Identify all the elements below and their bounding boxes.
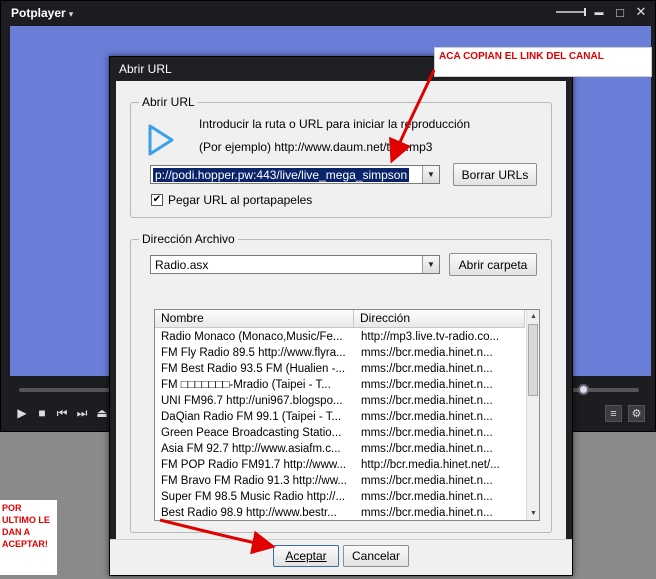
vertical-scrollbar[interactable]: ▲ ▼ — [526, 310, 539, 520]
list-item-address: mms://bcr.media.hinet.n... — [361, 491, 493, 503]
list-item[interactable]: FM Best Radio 93.5 FM (Hualien -... mms:/… — [155, 361, 525, 377]
list-item-name: FM POP Radio FM91.7 http://www... — [161, 459, 347, 471]
seek-knob[interactable] — [578, 384, 589, 395]
chevron-down-icon[interactable]: ▼ — [422, 166, 439, 183]
list-item-address: mms://bcr.media.hinet.n... — [361, 443, 493, 455]
list-item-address: mms://bcr.media.hinet.n... — [361, 507, 493, 519]
list-item-name: FM Fly Radio 89.5 http://www.flyra... — [161, 347, 346, 359]
column-header-address[interactable]: Dirección — [354, 310, 525, 328]
gear-icon[interactable]: ⚙ — [628, 405, 645, 422]
window-controls: ▬ □ ✕ — [556, 4, 649, 20]
url-combobox[interactable]: p://podi.hopper.pw:443/live/live_mega_si… — [150, 165, 440, 184]
scroll-up-icon[interactable]: ▲ — [527, 310, 539, 323]
next-icon[interactable]: ⏭ — [75, 405, 89, 421]
list-item-name: Best Radio 98.9 http://www.bestr... — [161, 507, 337, 519]
column-header-name[interactable]: Nombre — [155, 310, 354, 328]
list-item-name: Asia FM 92.7 http://www.asiafm.c... — [161, 443, 341, 455]
stop-icon[interactable]: ■ — [35, 405, 49, 421]
paste-checkbox[interactable]: ✔ — [151, 194, 163, 206]
cancel-button[interactable]: Cancelar — [343, 545, 409, 567]
file-combobox[interactable]: Radio.asx ▼ — [150, 255, 440, 274]
previous-icon[interactable]: ⏮ — [55, 405, 69, 421]
radio-list[interactable]: Nombre Dirección Radio Monaco (Monaco,Mu… — [154, 309, 540, 521]
list-item[interactable]: FM Bravo FM Radio 91.3 http://ww... mms:/… — [155, 473, 525, 489]
list-item-name: Green Peace Broadcasting Statio... — [161, 427, 342, 439]
list-item[interactable]: Super FM 98.5 Music Radio http://... mms:… — [155, 489, 525, 505]
list-item-address: mms://bcr.media.hinet.n... — [361, 411, 493, 423]
list-item-address: http://bcr.media.hinet.net/... — [361, 459, 500, 471]
open-url-dialog: Abrir URL Abrir URL Introducir la ruta o… — [109, 56, 573, 576]
list-item[interactable]: DaQian Radio FM 99.1 (Taipei - T... mms:/… — [155, 409, 525, 425]
list-item-address: mms://bcr.media.hinet.n... — [361, 475, 493, 487]
list-item-name: Super FM 98.5 Music Radio http://... — [161, 491, 346, 503]
list-header: Nombre Dirección — [155, 310, 525, 328]
list-item-address: mms://bcr.media.hinet.n... — [361, 379, 493, 391]
play-icon — [146, 123, 176, 160]
chevron-down-icon[interactable]: ▼ — [422, 256, 439, 273]
list-item-name: FM Bravo FM Radio 91.3 http://ww... — [161, 475, 347, 487]
list-item-address: mms://bcr.media.hinet.n... — [361, 347, 493, 359]
annotation-top-note: ACA COPIAN EL LINK DEL CANAL — [434, 47, 652, 77]
paste-checkbox-label[interactable]: Pegar URL al portapapeles — [168, 193, 312, 207]
list-item[interactable]: FM □□□□□□□-Mradio (Taipei - T... mms://bc… — [155, 377, 525, 393]
list-rows: Radio Monaco (Monaco,Music/Fe... http://m… — [155, 329, 525, 520]
list-item-name: DaQian Radio FM 99.1 (Taipei - T... — [161, 411, 342, 423]
list-item-address: mms://bcr.media.hinet.n... — [361, 363, 493, 375]
scroll-down-icon[interactable]: ▼ — [527, 507, 539, 520]
list-item-address: http://mp3.live.tv-radio.co... — [361, 331, 500, 343]
eject-icon[interactable]: ⏏ — [95, 405, 109, 421]
list-item-name: FM Best Radio 93.5 FM (Hualien -... — [161, 363, 346, 375]
player-title-label: Potplayer — [11, 6, 66, 20]
scroll-thumb[interactable] — [528, 324, 538, 396]
list-item-address: mms://bcr.media.hinet.n... — [361, 427, 493, 439]
url-group-legend: Abrir URL — [139, 95, 198, 109]
opacity-slider[interactable] — [556, 8, 586, 16]
list-item[interactable]: Best Radio 98.9 http://www.bestr... mms:/… — [155, 505, 525, 520]
list-item[interactable]: FM Fly Radio 89.5 http://www.flyra... mms… — [155, 345, 525, 361]
list-item[interactable]: Green Peace Broadcasting Statio... mms://… — [155, 425, 525, 441]
list-item[interactable]: Radio Monaco (Monaco,Music/Fe... http://m… — [155, 329, 525, 345]
playback-controls: ▶ ■ ⏮ ⏭ ⏏ — [15, 405, 109, 421]
example-text: (Por ejemplo) http://www.daum.net/test.m… — [199, 140, 433, 154]
dialog-footer: Aceptar Cancelar — [110, 539, 572, 575]
chevron-down-icon: ▾ — [68, 9, 74, 19]
clear-urls-button[interactable]: Borrar URLs — [453, 163, 537, 186]
list-item-address: mms://bcr.media.hinet.n... — [361, 395, 493, 407]
open-folder-button[interactable]: Abrir carpeta — [449, 253, 537, 276]
url-input[interactable]: p://podi.hopper.pw:443/live/live_mega_si… — [153, 168, 410, 182]
list-item[interactable]: FM POP Radio FM91.7 http://www... http://… — [155, 457, 525, 473]
play-icon[interactable]: ▶ — [15, 405, 29, 421]
playlist-icon[interactable]: ≡ — [605, 405, 622, 422]
dialog-title: Abrir URL — [119, 62, 172, 76]
file-input[interactable]: Radio.asx — [155, 258, 208, 272]
list-item[interactable]: UNI FM96.7 http://uni967.blogspo... mms:/… — [155, 393, 525, 409]
list-item-name: UNI FM96.7 http://uni967.blogspo... — [161, 395, 343, 407]
list-item-name: FM □□□□□□□-Mradio (Taipei - T... — [161, 379, 331, 391]
annotation-bottom-note: POR ULTIMO LE DAN A ACEPTAR! — [0, 500, 57, 575]
list-item[interactable]: Asia FM 92.7 http://www.asiafm.c... mms:/… — [155, 441, 525, 457]
address-group-legend: Dirección Archivo — [139, 232, 238, 246]
right-controls: ≡ ⚙ — [605, 405, 645, 422]
dialog-body: Abrir URL Introducir la ruta o URL para … — [116, 81, 566, 539]
accept-button-label: Aceptar — [285, 549, 327, 563]
maximize-button[interactable]: □ — [612, 4, 628, 20]
player-title-menu[interactable]: Potplayer ▾ — [11, 6, 73, 20]
minimize-button[interactable]: ▬ — [591, 4, 607, 20]
instruction-text: Introducir la ruta o URL para iniciar la… — [199, 117, 471, 131]
close-button[interactable]: ✕ — [633, 4, 649, 20]
accept-button[interactable]: Aceptar — [273, 545, 339, 567]
list-item-name: Radio Monaco (Monaco,Music/Fe... — [161, 331, 343, 343]
